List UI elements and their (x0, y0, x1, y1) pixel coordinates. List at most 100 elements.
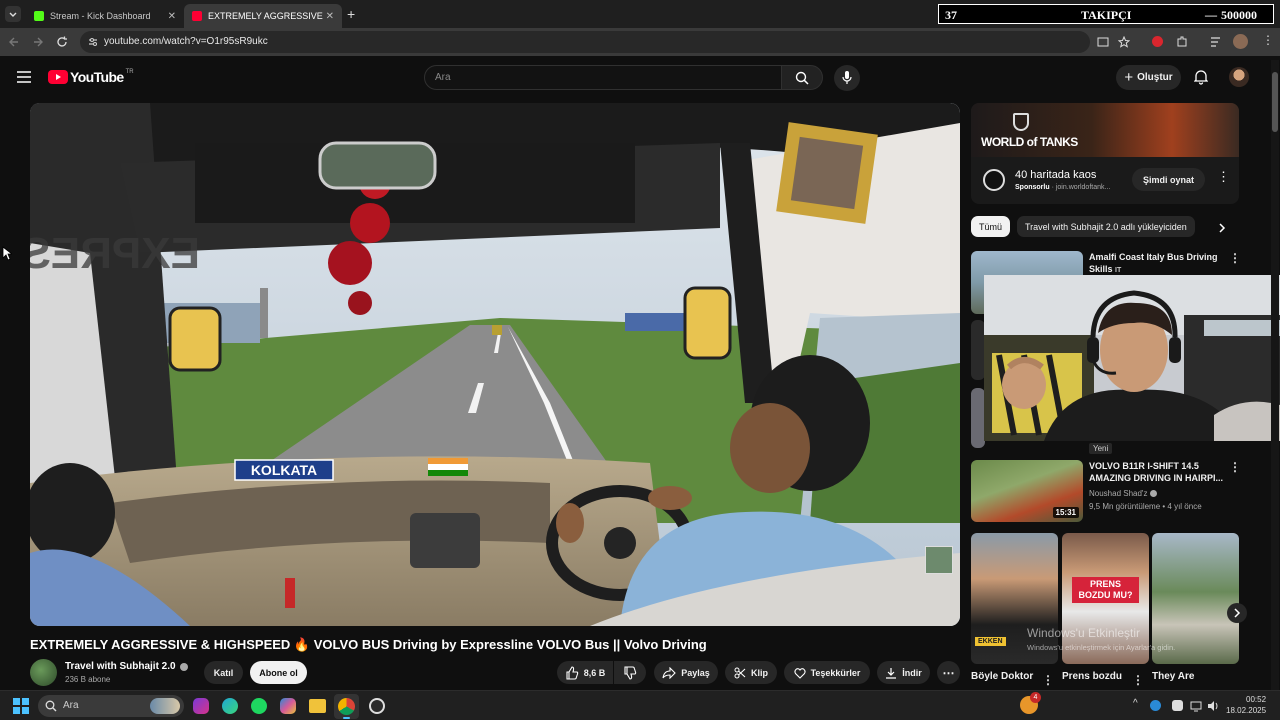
search-button[interactable] (781, 65, 823, 90)
taskbar-app-edge[interactable] (222, 698, 238, 714)
search-icon (795, 71, 809, 85)
create-label: Oluştur (1137, 72, 1173, 83)
taskbar-app-copilot[interactable] (280, 698, 296, 714)
taskbar-search[interactable]: Ara (38, 695, 184, 717)
clip-button[interactable]: Klip (725, 661, 777, 684)
video-frame: EXPRESS LINE KOLKATA (30, 103, 960, 626)
url-bar[interactable]: youtube.com/watch?v=O1r95sR9ukc (80, 31, 1130, 53)
tab-youtube-video[interactable]: EXTREMELY AGGRESSIVE & HIG ✕ (184, 4, 342, 28)
follower-counter-overlay: 37 TAKIPÇI — 500000 (938, 4, 1274, 24)
ad-cta-button[interactable]: Şimdi oynat (1132, 168, 1205, 191)
install-app-icon[interactable] (1097, 36, 1109, 48)
tank-shield-icon (1013, 113, 1029, 131)
hamburger-menu-icon[interactable] (17, 71, 31, 83)
weather-widget[interactable]: 4 (1020, 692, 1041, 714)
like-button[interactable]: 8,6 B (557, 661, 613, 684)
windows-logo-icon (13, 698, 29, 714)
taskbar-app-chrome[interactable] (334, 694, 359, 719)
tray-app-icon[interactable] (1172, 700, 1183, 711)
close-icon[interactable]: ✕ (326, 11, 334, 22)
shorts-next-button[interactable] (1227, 603, 1247, 623)
short-menu-kebab-icon[interactable]: ⋮ (1132, 673, 1144, 687)
ad-menu-kebab-icon[interactable]: ⋮ (1217, 169, 1230, 185)
video-player[interactable]: EXPRESS LINE KOLKATA (30, 103, 960, 626)
extensions-puzzle-icon[interactable] (1175, 35, 1189, 49)
tab-title: EXTREMELY AGGRESSIVE & HIG (208, 11, 323, 21)
clock-date: 18.02.2025 (1226, 706, 1267, 715)
active-app-indicator (343, 717, 350, 719)
dislike-button[interactable] (614, 661, 646, 684)
chevron-right-icon[interactable] (1217, 222, 1227, 234)
taskbar-app-file-explorer[interactable] (309, 699, 326, 713)
recommendation-menu-kebab-icon[interactable]: ⋮ (1229, 460, 1241, 474)
forward-arrow-icon[interactable] (32, 36, 44, 48)
search-input[interactable]: Ara (424, 65, 782, 90)
create-button[interactable]: + Oluştur (1116, 65, 1181, 90)
bookmark-star-icon[interactable] (1118, 36, 1130, 48)
reload-icon[interactable] (56, 36, 68, 48)
notification-bell-icon[interactable] (1194, 69, 1208, 85)
voice-search-button[interactable] (834, 65, 860, 91)
start-button[interactable] (13, 698, 29, 714)
visor-text: EXPRESS LINE (30, 229, 200, 278)
thanks-button[interactable]: Teşekkürler (784, 661, 870, 684)
recommendation-title[interactable]: VOLVO B11R I-SHIFT 14.5 AMAZING DRIVING … (1089, 460, 1227, 484)
channel-avatar[interactable] (30, 659, 57, 686)
share-button[interactable]: Paylaş (654, 661, 718, 684)
short-title[interactable]: Prens bozdu (1062, 671, 1122, 683)
menu-kebab-icon[interactable]: ⋮ (1262, 33, 1274, 47)
clock-time: 00:52 (1246, 695, 1267, 704)
thanks-label: Teşekkürler (810, 667, 861, 678)
account-avatar[interactable] (1229, 67, 1249, 87)
tray-app-icon[interactable] (1150, 700, 1161, 711)
short-title[interactable]: They Are (1152, 671, 1194, 683)
channel-watermark[interactable] (925, 546, 953, 574)
tab-search-button[interactable] (5, 6, 21, 22)
tray-chevron-icon[interactable]: ^ (1133, 698, 1138, 709)
more-actions-button[interactable]: ⋯ (937, 661, 960, 684)
windows-taskbar: Ara 4 ^ 00:52 18.02.2025 (0, 690, 1280, 720)
ad-brand-logo: WORLD of TANKS (981, 135, 1078, 149)
subscribe-button[interactable]: Abone ol (250, 661, 307, 684)
join-button[interactable]: Katıl (204, 661, 243, 684)
recommendation-title-text: Amalfi Coast Italy Bus Driving Skills (1089, 252, 1218, 274)
profile-avatar[interactable] (1233, 34, 1248, 49)
sponsored-ad[interactable]: WORLD of TANKS 40 haritada kaos Sponsorl… (971, 103, 1239, 204)
channel-name[interactable]: Travel with Subhajit 2.0 (65, 661, 188, 672)
recommendation-thumbnail[interactable] (971, 320, 985, 380)
network-icon[interactable] (1190, 700, 1202, 712)
chip-all[interactable]: Tümü (971, 216, 1011, 237)
new-tab-button[interactable]: + (347, 6, 355, 22)
volume-icon[interactable] (1207, 700, 1219, 712)
recommendation-thumbnail[interactable]: 15:31 (971, 460, 1083, 522)
region-code: TR (125, 69, 134, 75)
back-arrow-icon[interactable] (8, 36, 20, 48)
close-icon[interactable]: ✕ (168, 11, 176, 22)
short-menu-kebab-icon[interactable]: ⋮ (1042, 673, 1054, 687)
recommendation-channel[interactable]: Noushad Shad'z (1089, 489, 1158, 498)
download-button[interactable]: İndir (877, 661, 930, 684)
youtube-logo[interactable]: YouTube TR (48, 69, 134, 85)
taskbar-app-obs[interactable] (369, 698, 385, 714)
recommendation-menu-kebab-icon[interactable]: ⋮ (1229, 251, 1241, 265)
chip-uploader[interactable]: Travel with Subhajit 2.0 adlı yükleyicid… (1017, 216, 1195, 237)
subscriber-count: 236 B abone (65, 675, 111, 684)
taskbar-app-instagram[interactable] (193, 698, 209, 714)
ad-banner[interactable]: WORLD of TANKS (971, 103, 1239, 157)
tab-kick-dashboard[interactable]: Stream - Kick Dashboard ✕ (26, 4, 184, 28)
short-title[interactable]: Böyle Doktor (971, 671, 1033, 683)
search-highlight-image (150, 698, 180, 714)
watermark-subtitle: Windows'u etkinleştirmek için Ayarlar'a … (1027, 643, 1176, 652)
plus-icon: + (1124, 69, 1134, 86)
follower-count: 37 (945, 8, 957, 22)
extension-icon[interactable] (1152, 36, 1163, 47)
page-scrollbar[interactable] (1271, 60, 1279, 690)
system-clock[interactable]: 00:52 18.02.2025 (1226, 694, 1266, 716)
site-info-icon[interactable] (87, 36, 99, 48)
scrollbar-thumb[interactable] (1272, 72, 1278, 132)
thumbs-down-icon (624, 665, 637, 680)
taskbar-app-spotify[interactable] (251, 698, 267, 714)
recommendation-title[interactable]: Amalfi Coast Italy Bus Driving Skills IT (1089, 251, 1227, 277)
recommendation-thumbnail[interactable] (971, 388, 985, 448)
media-controls-icon[interactable] (1210, 36, 1224, 48)
